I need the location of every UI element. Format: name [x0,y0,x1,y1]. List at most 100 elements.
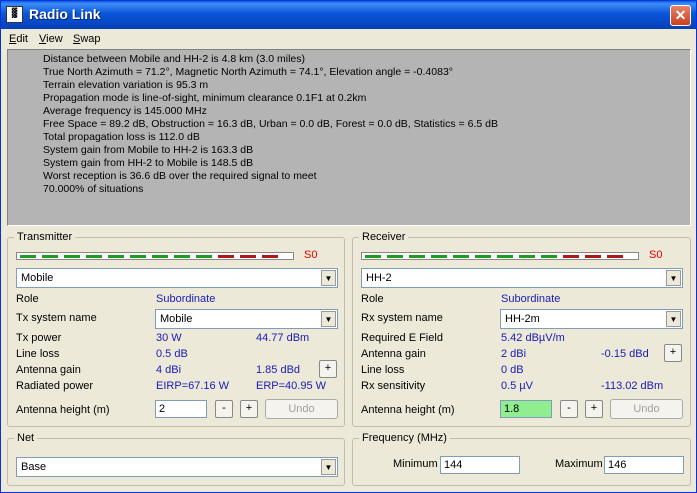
tx-loss-value[interactable]: 0.5 dB [156,348,188,360]
tx-erp[interactable]: ERP=40.95 W [256,380,326,392]
tx-meter-segment [240,255,256,258]
rx-system-label: Rx system name [361,312,443,324]
tx-undo-button[interactable]: Undo [265,399,338,419]
frequency-min-input[interactable]: 144 [440,456,520,474]
report-line: Free Space = 89.2 dB, Obstruction = 16.3… [43,118,498,130]
report-line: Average frequency is 145.000 MHz [43,105,207,117]
tx-height-plus-button[interactable]: + [240,400,258,418]
title-bar[interactable]: ▓ Radio Link ✕ [1,1,696,29]
rx-role-value[interactable]: Subordinate [501,293,560,305]
tx-meter-segment [174,255,190,258]
tx-gain-label: Antenna gain [16,364,81,376]
rx-role-label: Role [361,293,384,305]
rx-meter-segment [497,255,513,258]
tx-station-select[interactable]: Mobile ▼ [16,268,338,288]
rx-meter-segment [365,255,381,258]
tx-meter-segment [20,255,36,258]
net-group-title: Net [14,432,38,444]
tx-meter-segment [86,255,102,258]
tx-gain-dbd[interactable]: 1.85 dBd [256,364,300,376]
report-panel[interactable]: Distance between Mobile and HH-2 is 4.8 … [7,49,691,226]
tx-meter-segment [196,255,212,258]
rx-station-select[interactable]: HH-2 ▼ [361,268,683,288]
rx-meter-segment [563,255,579,258]
tx-role-value[interactable]: Subordinate [156,293,215,305]
rx-undo-button[interactable]: Undo [610,399,683,419]
tx-height-input[interactable]: 2 [155,400,207,418]
chevron-down-icon[interactable]: ▼ [321,459,336,475]
rx-system-select[interactable]: HH-2m ▼ [500,309,683,329]
report-line: True North Azimuth = 71.2°, Magnetic Nor… [43,66,453,78]
rx-gain-label: Antenna gain [361,348,426,360]
chevron-down-icon[interactable]: ▼ [321,311,336,327]
rx-field-label: Required E Field [361,332,443,344]
rx-meter-segment [409,255,425,258]
transmitter-group-title: Transmitter [14,231,76,243]
tx-height-minus-button[interactable]: - [215,400,233,418]
rx-meter-segment [387,255,403,258]
net-value: Base [21,461,47,473]
rx-sensitivity-uv[interactable]: 0.5 µV [501,380,533,392]
transmitter-group: Transmitter S0 Mobile ▼ Role Subordinate… [7,231,345,427]
menu-swap-rest: wap [80,33,101,45]
report-line: Terrain elevation variation is 95.3 m [43,79,209,91]
tx-meter-segment [42,255,58,258]
tx-meter-segment [130,255,146,258]
report-line: Propagation mode is line-of-sight, minim… [43,92,367,104]
menu-bar: Edit View Swap [1,30,696,48]
tx-meter-label: S0 [304,249,318,261]
tx-meter-segment [64,255,80,258]
tx-gain-dbi[interactable]: 4 dBi [156,364,181,376]
tx-station-value: Mobile [21,272,54,284]
menu-view[interactable]: View [39,33,63,45]
tx-role-label: Role [16,293,39,305]
report-line: Worst reception is 36.6 dB over the requ… [43,170,317,182]
net-select[interactable]: Base ▼ [16,457,338,477]
rx-sensitivity-label: Rx sensitivity [361,380,426,392]
tx-power-dbm[interactable]: 44.77 dBm [256,332,309,344]
rx-meter-label: S0 [649,249,663,261]
rx-system-value: HH-2m [505,313,540,325]
rx-loss-label: Line loss [361,364,405,376]
tx-meter-segment [152,255,168,258]
rx-meter-segment [475,255,491,258]
rx-meter-segment [519,255,535,258]
rx-sensitivity-dbm[interactable]: -113.02 dBm [601,380,663,392]
rx-meter-segment [453,255,469,258]
rx-height-minus-button[interactable]: - [560,400,578,418]
rx-loss-value[interactable]: 0 dB [501,364,524,376]
rx-gain-dbd[interactable]: -0.15 dBd [601,348,649,360]
rx-signal-meter [361,252,639,260]
close-button[interactable]: ✕ [670,5,691,26]
tx-meter-segment [108,255,124,258]
chevron-down-icon[interactable]: ▼ [666,311,681,327]
frequency-group: Frequency (MHz) Minimum 144 Maximum 146 [352,432,691,486]
chevron-down-icon[interactable]: ▼ [666,270,681,286]
report-line: System gain from HH-2 to Mobile is 148.5… [43,157,254,169]
frequency-max-input[interactable]: 146 [604,456,684,474]
radio-link-window: ▓ Radio Link ✕ Edit View Swap Distance b… [0,0,697,493]
tx-system-label: Tx system name [16,312,97,324]
menu-swap[interactable]: Swap [73,33,101,45]
tx-eirp[interactable]: EIRP=67.16 W [156,380,229,392]
tx-system-select[interactable]: Mobile ▼ [155,309,338,329]
app-icon: ▓ [6,6,23,23]
rx-height-plus-button[interactable]: + [585,400,603,418]
tx-power-label: Tx power [16,332,62,344]
rx-gain-dbi[interactable]: 2 dBi [501,348,526,360]
report-line: 70.000% of situations [43,183,144,195]
rx-meter-segment [431,255,447,258]
menu-edit[interactable]: Edit [9,33,28,45]
tx-system-value: Mobile [160,313,193,325]
tx-meter-segment [262,255,278,258]
chevron-down-icon[interactable]: ▼ [321,270,336,286]
menu-view-rest: iew [46,33,63,45]
tx-power-watts[interactable]: 30 W [156,332,182,344]
rx-height-input[interactable]: 1.8 [500,400,552,418]
rx-height-label: Antenna height (m) [361,404,455,416]
tx-gain-plus-button[interactable]: + [319,360,337,378]
rx-field-value[interactable]: 5.42 dBµV/m [501,332,565,344]
report-line: System gain from Mobile to HH-2 is 163.3… [43,144,254,156]
rx-gain-plus-button[interactable]: + [664,344,682,362]
window-title: Radio Link [29,6,101,22]
